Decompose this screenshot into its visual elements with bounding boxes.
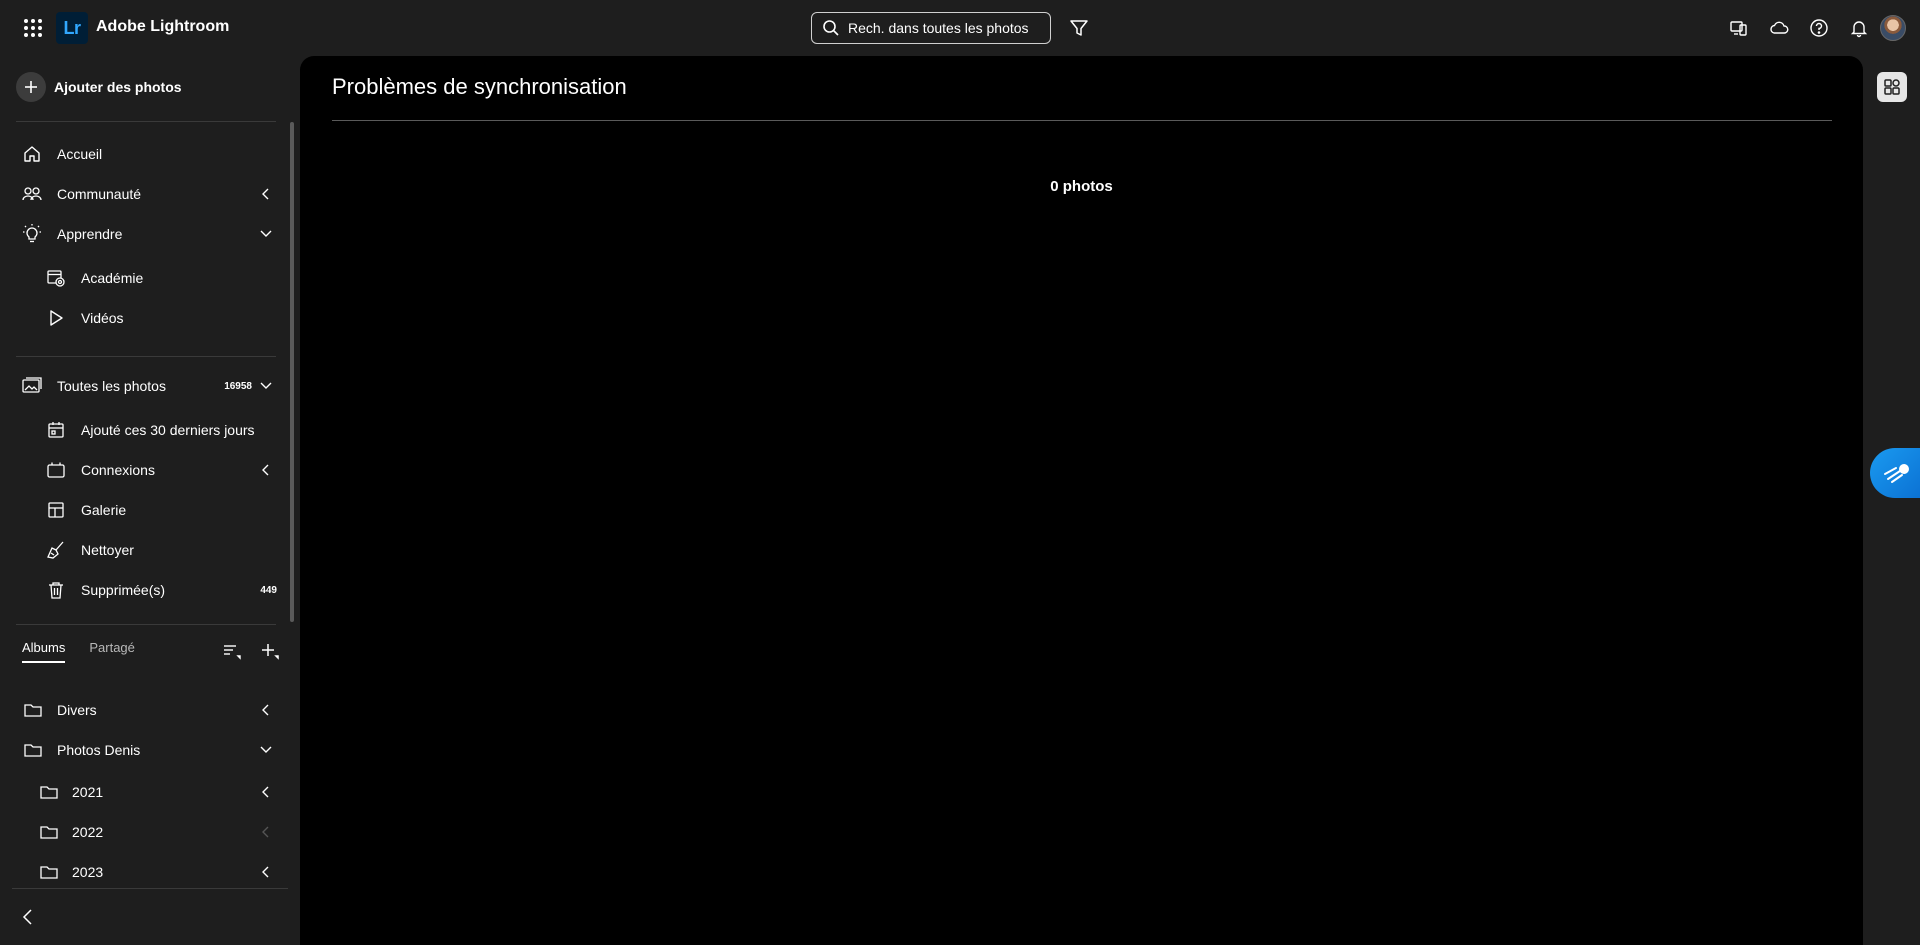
folder-icon xyxy=(22,739,44,761)
album-divers[interactable]: Divers xyxy=(0,693,282,727)
bell-icon[interactable] xyxy=(1847,16,1871,40)
connections-icon xyxy=(45,459,67,481)
album-2022[interactable]: 2022 xyxy=(0,815,282,849)
add-photos-button[interactable]: Ajouter des photos xyxy=(16,72,182,102)
photo-count: 0 photos xyxy=(1050,178,1113,195)
sidebar: Ajouter des photos Accueil Communauté Ap… xyxy=(0,56,300,945)
chevron-left-icon[interactable] xyxy=(258,702,274,718)
community-icon xyxy=(21,183,43,205)
gallery-icon xyxy=(45,499,67,521)
trash-icon xyxy=(45,579,67,601)
tab-albums[interactable]: Albums xyxy=(22,640,66,663)
page-title: Problèmes de synchronisation xyxy=(332,74,627,99)
home-icon xyxy=(21,143,43,165)
folder-icon xyxy=(38,861,60,883)
sort-icon[interactable] xyxy=(222,642,242,660)
folder-icon xyxy=(38,781,60,803)
add-photos-label: Ajouter des photos xyxy=(54,79,182,95)
divider xyxy=(12,888,288,889)
photos-icon xyxy=(21,375,43,397)
title-divider xyxy=(332,120,1832,121)
filter-icon[interactable] xyxy=(1068,17,1090,39)
album-label: 2022 xyxy=(72,824,104,840)
sidebar-item-label: Toutes les photos xyxy=(57,378,166,394)
divider xyxy=(16,624,276,625)
chevron-down-icon[interactable] xyxy=(258,226,274,242)
help-chat-button[interactable] xyxy=(1870,448,1920,498)
album-2021[interactable]: 2021 xyxy=(0,775,282,809)
divider xyxy=(16,121,276,122)
top-bar: Lr Adobe Lightroom Rech. dans toutes les… xyxy=(0,0,1920,56)
chevron-left-icon[interactable] xyxy=(258,864,274,880)
plus-icon xyxy=(16,72,46,102)
search-icon xyxy=(822,19,840,37)
tab-shared[interactable]: Partagé xyxy=(89,640,135,663)
add-album-icon[interactable] xyxy=(260,642,280,660)
album-photos-denis[interactable]: Photos Denis xyxy=(0,733,282,767)
search-placeholder: Rech. dans toutes les photos xyxy=(848,20,1029,36)
sidebar-item-label: Apprendre xyxy=(57,226,123,242)
chevron-left-icon[interactable] xyxy=(258,824,274,840)
sidebar-item-academie[interactable]: Académie xyxy=(0,261,282,295)
chevron-left-icon[interactable] xyxy=(258,462,274,478)
folder-icon xyxy=(22,699,44,721)
photo-count-badge: 16958 xyxy=(224,380,252,392)
sidebar-item-label: Vidéos xyxy=(81,310,124,326)
hand-icon xyxy=(1882,460,1912,486)
sidebar-item-nettoyer[interactable]: Nettoyer xyxy=(0,533,282,567)
sidebar-item-label: Académie xyxy=(81,270,144,286)
sidebar-item-all-photos[interactable]: Toutes les photos 16958 xyxy=(0,369,282,403)
album-2023[interactable]: 2023 xyxy=(0,855,282,889)
sidebar-item-recent[interactable]: Ajouté ces 30 derniers jours xyxy=(0,413,282,447)
broom-icon xyxy=(45,539,67,561)
collapse-sidebar-icon[interactable] xyxy=(18,907,38,927)
sidebar-item-accueil[interactable]: Accueil xyxy=(0,137,282,171)
deleted-count-badge: 449 xyxy=(260,584,277,596)
academy-icon xyxy=(45,267,67,289)
sidebar-item-galerie[interactable]: Galerie xyxy=(0,493,282,527)
app-title[interactable]: Adobe Lightroom xyxy=(96,18,229,36)
help-icon[interactable] xyxy=(1807,16,1831,40)
main-panel: Problèmes de synchronisation 0 photos xyxy=(300,56,1863,945)
sidebar-item-deleted[interactable]: Supprimée(s) 449 xyxy=(0,573,282,607)
album-label: 2021 xyxy=(72,784,104,800)
sidebar-scrollbar[interactable] xyxy=(290,122,294,622)
calendar-icon xyxy=(45,419,67,441)
sidebar-item-label: Connexions xyxy=(81,462,155,478)
divider xyxy=(16,356,276,357)
chevron-left-icon[interactable] xyxy=(258,186,274,202)
album-tabs: Albums Partagé xyxy=(22,640,135,663)
album-label: Divers xyxy=(57,702,97,718)
album-label: Photos Denis xyxy=(57,742,141,758)
sidebar-item-label: Galerie xyxy=(81,502,127,518)
avatar[interactable] xyxy=(1880,15,1906,41)
sidebar-item-label: Supprimée(s) xyxy=(81,582,166,598)
chevron-down-icon[interactable] xyxy=(258,378,274,394)
chevron-down-icon[interactable] xyxy=(258,742,274,758)
app-switcher-icon[interactable] xyxy=(22,17,44,39)
album-label: 2023 xyxy=(72,864,104,880)
sidebar-item-connexions[interactable]: Connexions xyxy=(0,453,282,487)
sidebar-item-label: Nettoyer xyxy=(81,542,134,558)
folder-icon xyxy=(38,821,60,843)
cloud-icon[interactable] xyxy=(1767,16,1791,40)
play-icon xyxy=(45,307,67,329)
lightbulb-icon xyxy=(21,223,43,245)
sidebar-item-label: Accueil xyxy=(57,146,103,162)
chevron-left-icon[interactable] xyxy=(258,784,274,800)
search-input[interactable]: Rech. dans toutes les photos xyxy=(811,12,1051,44)
sidebar-item-apprendre[interactable]: Apprendre xyxy=(0,217,282,251)
devices-icon[interactable] xyxy=(1727,16,1751,40)
sidebar-item-label: Communauté xyxy=(57,186,142,202)
sidebar-item-communaute[interactable]: Communauté xyxy=(0,177,282,211)
panel-toggle-icon[interactable] xyxy=(1877,72,1907,102)
lightroom-logo[interactable]: Lr xyxy=(56,12,88,44)
sidebar-item-label: Ajouté ces 30 derniers jours xyxy=(81,422,255,438)
sidebar-item-videos[interactable]: Vidéos xyxy=(0,301,282,335)
